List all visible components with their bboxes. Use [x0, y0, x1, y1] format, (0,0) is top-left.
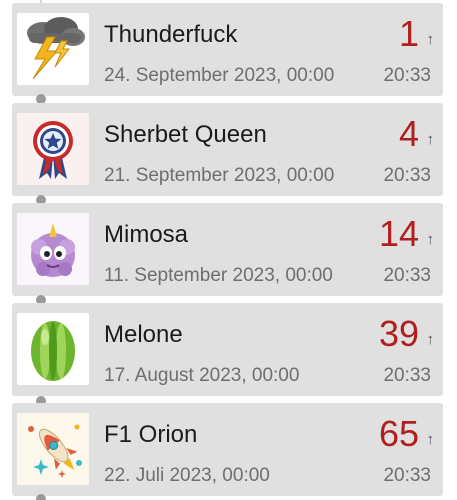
item-time: 20:33 [383, 265, 431, 286]
item-name: Thunderfuck [104, 21, 238, 48]
award-rosette-icon [17, 113, 89, 185]
item-name: Sherbet Queen [104, 121, 267, 148]
green-melon-egg-icon [17, 313, 89, 385]
item-time: 20:33 [383, 465, 431, 486]
item-date: 11. September 2023, 00:00 [104, 265, 333, 286]
arrow-up-icon: ↑ [426, 31, 435, 48]
rank-value: 4 [398, 113, 419, 154]
list-item-melone[interactable]: Melone 17. August 2023, 00:00 39 ↑ 20:33 [12, 303, 443, 396]
item-time: 20:33 [383, 165, 431, 186]
rocket-icon [17, 413, 89, 485]
item-date: 22. Juli 2023, 00:00 [104, 465, 270, 486]
list-item-thunderfuck[interactable]: Thunderfuck 24. September 2023, 00:00 1 … [12, 3, 443, 96]
rank-value: 1 [398, 13, 419, 54]
item-date: 24. September 2023, 00:00 [104, 65, 335, 86]
rank-value: 65 [378, 413, 419, 454]
purple-fluffy-monster-icon [17, 213, 89, 285]
list-item-mimosa[interactable]: Mimosa 11. September 2023, 00:00 14 ↑ 20… [12, 203, 443, 296]
item-name: Melone [104, 321, 183, 348]
item-name: F1 Orion [104, 421, 198, 448]
item-name: Mimosa [104, 221, 189, 248]
item-date: 21. September 2023, 00:00 [104, 165, 335, 186]
arrow-up-icon: ↑ [426, 131, 435, 148]
item-date: 17. August 2023, 00:00 [104, 365, 300, 386]
list-item-sherbet-queen[interactable]: Sherbet Queen 21. September 2023, 00:00 … [12, 103, 443, 196]
rank-value: 14 [378, 213, 419, 254]
list-item-f1-orion[interactable]: F1 Orion 22. Juli 2023, 00:00 65 ↑ 20:33 [12, 403, 443, 496]
item-time: 20:33 [383, 65, 431, 86]
strain-ranking-list: Thunderfuck 24. September 2023, 00:00 1 … [0, 0, 457, 500]
item-time: 20:33 [383, 365, 431, 386]
rank-value: 39 [378, 313, 419, 354]
thunderstorm-cloud-icon [17, 13, 89, 85]
arrow-up-icon: ↑ [426, 331, 435, 348]
arrow-up-icon: ↑ [426, 231, 435, 248]
arrow-up-icon: ↑ [426, 431, 435, 448]
timeline-dot [36, 494, 46, 500]
